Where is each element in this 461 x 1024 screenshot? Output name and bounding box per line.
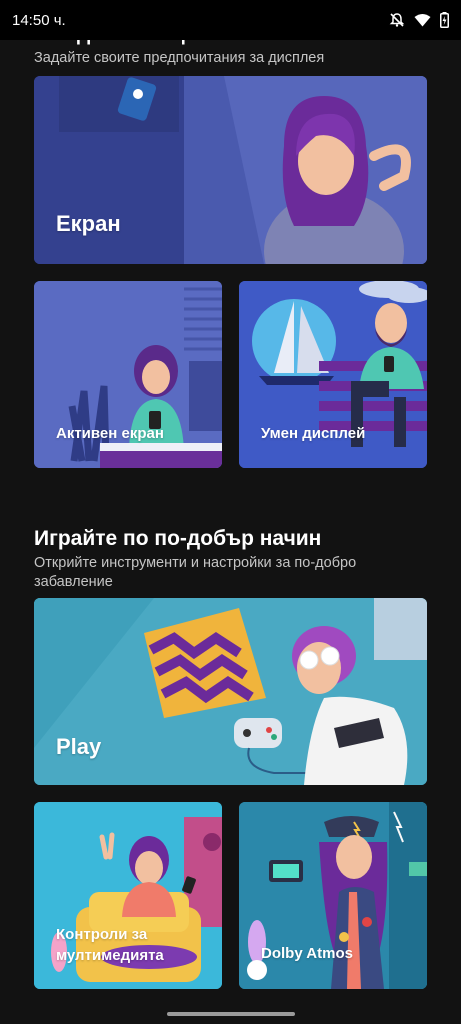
active-display-card-label: Активен екран <box>56 425 164 442</box>
notifications-off-icon <box>389 12 405 28</box>
display-section-subtitle: Задайте своите предпочитания за дисплея <box>34 50 325 66</box>
status-bar: 14:50 ч. <box>0 0 461 40</box>
dolby-atmos-card[interactable]: Dolby Atmos <box>239 802 427 989</box>
active-display-card[interactable]: Активен екран <box>34 281 222 468</box>
play-section-subtitle: Открийте инструменти и настройки за по-д… <box>34 555 357 590</box>
screen-card-label: Екран <box>56 211 121 236</box>
dolby-atmos-card-label: Dolby Atmos <box>261 945 353 962</box>
screen-card[interactable]: Екран <box>34 76 427 264</box>
smart-display-card[interactable]: Умен дисплей <box>239 281 427 468</box>
battery-icon <box>440 12 449 28</box>
smart-display-card-label: Умен дисплей <box>261 425 366 442</box>
play-card-label: Play <box>56 734 102 759</box>
media-controls-card[interactable]: Контроли за мултимедията <box>34 802 222 989</box>
media-controls-card-label: Контроли за мултимедията <box>56 926 164 964</box>
status-time: 14:50 ч. <box>12 11 66 29</box>
wifi-icon <box>414 13 431 27</box>
play-card[interactable]: Play <box>34 598 427 785</box>
gesture-nav-handle[interactable] <box>167 1012 295 1016</box>
play-section-title: Играйте по по-добър начин <box>34 527 322 550</box>
status-icons <box>389 12 449 28</box>
